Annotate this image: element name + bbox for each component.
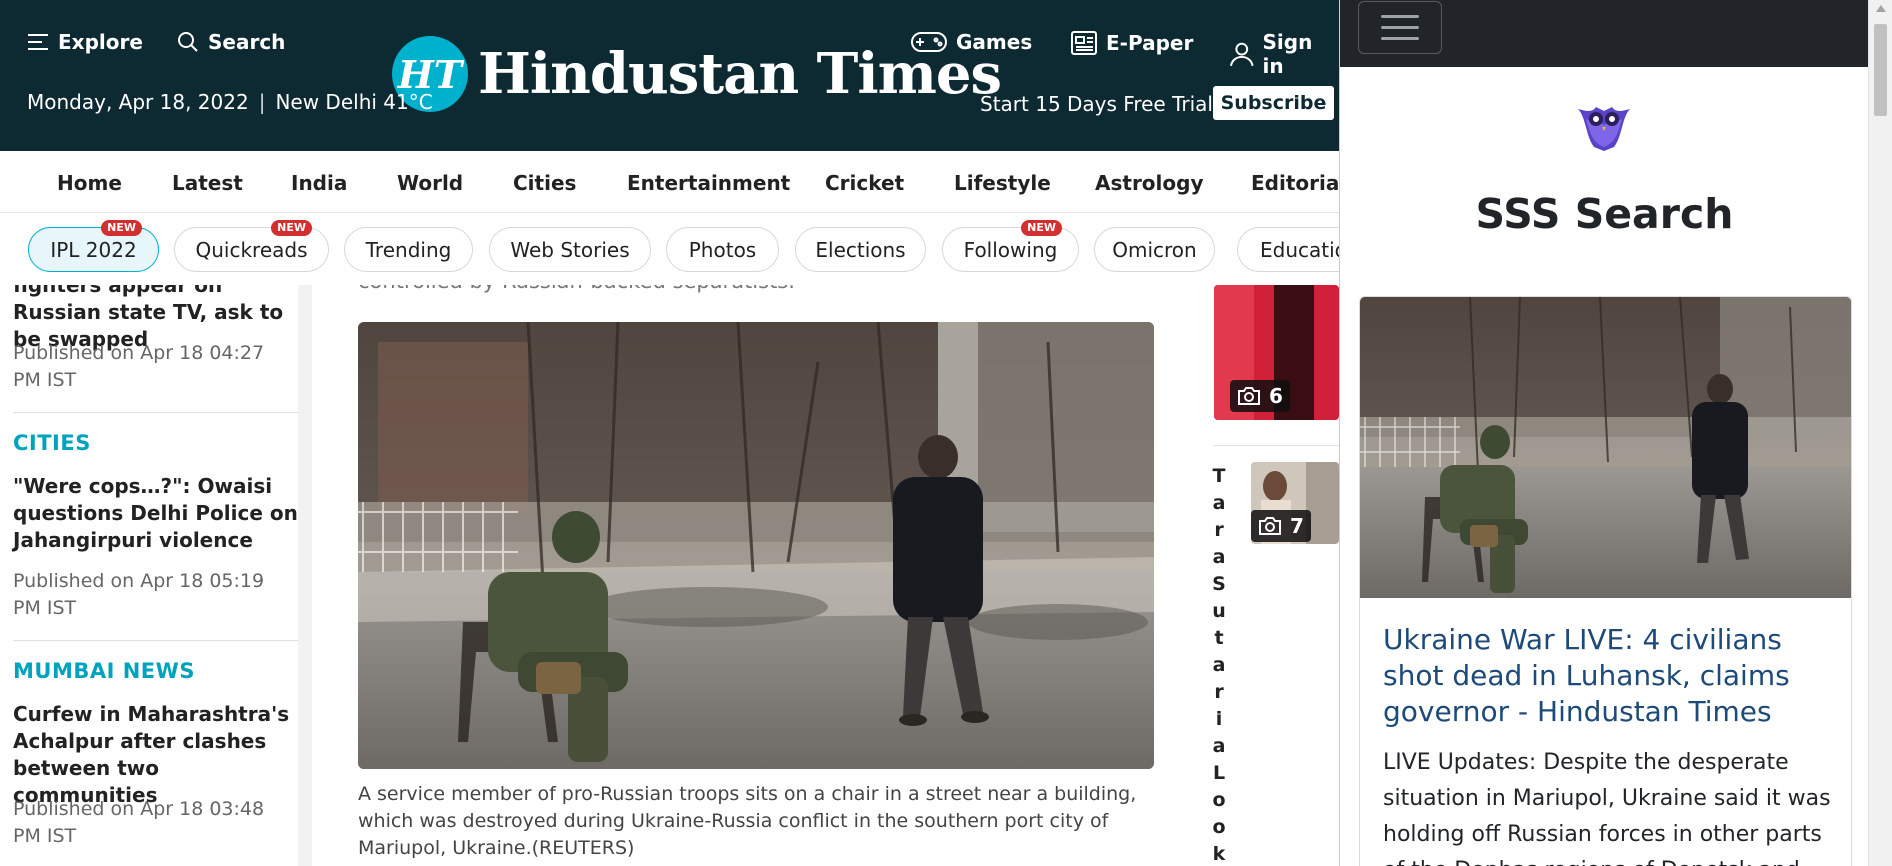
games-label: Games: [956, 30, 1033, 54]
nav-entertainment[interactable]: Entertainment: [627, 171, 790, 195]
topic-chips: IPL 2022 NEW Quickreads NEW Trending Web…: [0, 213, 1339, 285]
scroll-thumb[interactable]: [1874, 24, 1887, 116]
divider: [13, 640, 298, 641]
date-separator: |: [258, 90, 266, 114]
result-image: [1360, 297, 1851, 598]
chip-following[interactable]: Following NEW: [942, 220, 1079, 272]
gallery-title[interactable]: TaraSutariaLook: [1212, 463, 1226, 866]
photo-gallery-column: 6 TaraSutariaLook 7: [1188, 285, 1339, 866]
newspaper-icon: [1071, 31, 1097, 55]
panel-navbar: [1340, 0, 1868, 67]
section-heading-cities[interactable]: CITIES: [13, 431, 91, 455]
date-weather: Monday, Apr 18, 2022 | New Delhi 41°C: [27, 90, 433, 114]
city-temperature: New Delhi 41°C: [275, 90, 433, 114]
site-header: Explore Search HT Hindustan Times Games …: [0, 0, 1339, 151]
chip-photos[interactable]: Photos: [666, 227, 779, 272]
chip-omicron[interactable]: Omicron: [1094, 227, 1215, 272]
camera-icon: [1259, 517, 1281, 535]
navbar-toggle-button[interactable]: [1358, 1, 1442, 54]
epaper-link[interactable]: E-Paper: [1070, 30, 1193, 56]
games-link[interactable]: Games: [910, 30, 1032, 54]
search-label: Search: [208, 30, 286, 54]
article-photo[interactable]: [358, 322, 1154, 769]
chip-label: IPL 2022: [50, 237, 137, 262]
owl-logo-icon: [1572, 97, 1636, 158]
chip-quickreads[interactable]: Quickreads NEW: [174, 220, 329, 272]
chip-label: Educatio: [1260, 237, 1339, 262]
current-date: Monday, Apr 18, 2022: [27, 90, 249, 114]
new-badge: NEW: [271, 220, 312, 236]
nav-lifestyle[interactable]: Lifestyle: [954, 171, 1051, 195]
result-snippet: LIVE Updates: Despite the desperate situ…: [1383, 750, 1831, 866]
scroll-up-arrow-icon[interactable]: [1876, 5, 1886, 12]
nav-world[interactable]: World: [397, 171, 463, 195]
sss-search-panel: SSS Search Ukraine War LIVE: 4 civilians…: [1339, 0, 1868, 866]
hamburger-icon: [28, 34, 48, 50]
nav-india[interactable]: India: [291, 171, 347, 195]
panel-title: SSS Search: [1475, 190, 1734, 238]
new-badge: NEW: [1021, 220, 1062, 236]
search-result-card[interactable]: Ukraine War LIVE: 4 civilians shot dead …: [1359, 296, 1852, 866]
nav-home[interactable]: Home: [57, 171, 122, 195]
signin-link[interactable]: Sign in: [1229, 30, 1339, 78]
chip-ipl-2022[interactable]: IPL 2022 NEW: [28, 220, 159, 272]
chip-label: Elections: [815, 237, 906, 262]
nav-astrology[interactable]: Astrology: [1095, 171, 1204, 195]
page-scrollbar[interactable]: [1868, 0, 1892, 866]
divider: [1214, 445, 1339, 446]
photo-caption: A service member of pro-Russian troops s…: [358, 783, 1137, 859]
chip-elections[interactable]: Elections: [795, 227, 926, 272]
story-link[interactable]: "Were cops…?": Owaisi questions Delhi Po…: [13, 473, 298, 554]
chip-label: Quickreads: [195, 237, 308, 262]
search-icon: [178, 32, 198, 52]
divider: [13, 412, 298, 413]
subscribe-button[interactable]: Subscribe: [1213, 86, 1334, 120]
camera-icon: [1238, 387, 1260, 405]
chip-label: Following: [963, 237, 1058, 262]
main-navigation: Home Latest India World Cities Entertain…: [0, 151, 1358, 213]
result-title-link[interactable]: Ukraine War LIVE: 4 civilians shot dead …: [1383, 622, 1838, 730]
toggle-bar: [1381, 15, 1419, 18]
toggle-bar: [1381, 26, 1419, 29]
story-timestamp: Published on Apr 18 05:19 PM IST: [13, 570, 265, 619]
search-button[interactable]: Search: [176, 30, 285, 54]
nav-cricket[interactable]: Cricket: [825, 171, 904, 195]
photo-count-badge: 7: [1251, 510, 1311, 542]
epaper-label: E-Paper: [1106, 31, 1194, 55]
nav-latest[interactable]: Latest: [172, 171, 243, 195]
story-timestamp: Published on Apr 18 04:27 PM IST: [13, 342, 265, 391]
story-link[interactable]: Curfew in Maharashtra's Achalpur after c…: [13, 701, 298, 809]
chip-label: Web Stories: [510, 237, 630, 262]
section-heading-mumbai-news[interactable]: MUMBAI NEWS: [13, 659, 195, 683]
explore-button[interactable]: Explore: [26, 30, 143, 54]
chip-web-stories[interactable]: Web Stories: [489, 227, 651, 272]
left-news-column: fighters appear on Russian state TV, ask…: [0, 285, 312, 866]
user-icon: [1229, 42, 1254, 67]
photo-count: 7: [1290, 514, 1304, 538]
photo-count: 6: [1269, 384, 1283, 408]
nav-cities[interactable]: Cities: [513, 171, 576, 195]
photo-count-badge: 6: [1230, 380, 1290, 412]
story-timestamp: Published on Apr 18 03:48 PM IST: [13, 798, 265, 847]
toggle-bar: [1381, 37, 1419, 40]
signin-label: Sign in: [1262, 30, 1313, 78]
article-text-fragment: controlled by Russian-backed separatists…: [358, 285, 795, 293]
article-body: controlled by Russian-backed separatists…: [343, 285, 1167, 866]
chip-trending[interactable]: Trending: [344, 227, 473, 272]
gamepad-icon: [911, 32, 947, 52]
gallery-thumbnail[interactable]: 7: [1251, 462, 1339, 544]
chip-label: Photos: [688, 237, 757, 262]
war-street-photo: [1360, 297, 1851, 598]
chip-education[interactable]: Educatio: [1237, 227, 1339, 272]
gallery-thumbnail[interactable]: 6: [1214, 285, 1339, 420]
chip-label: Omicron: [1112, 237, 1197, 262]
war-street-photo: [358, 322, 1154, 769]
new-badge: NEW: [101, 220, 142, 236]
free-trial-text[interactable]: Start 15 Days Free Trial: [980, 92, 1213, 116]
explore-label: Explore: [58, 30, 143, 54]
chip-label: Trending: [365, 237, 452, 262]
logo-wordmark: Hindustan Times: [478, 41, 1002, 107]
